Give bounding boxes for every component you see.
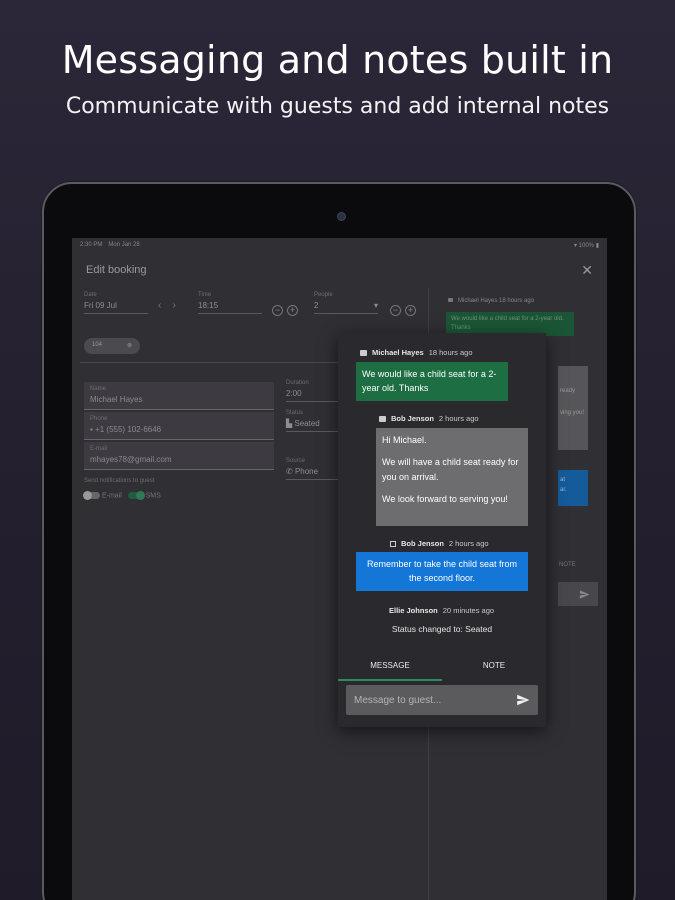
status-date: Mon Jan 28 (108, 242, 140, 248)
messaging-popup: Michael Hayes 18 hours ago We would like … (338, 333, 546, 727)
message-icon (379, 415, 386, 422)
page-title: Edit booking (86, 264, 147, 276)
source-field[interactable]: Source ✆ Phone (286, 458, 346, 480)
bg-message-meta: Michael Hayes 18 hours ago (448, 298, 534, 304)
date-field[interactable]: Date Fri 09 Jul (84, 292, 148, 314)
phone-label: Phone (90, 416, 108, 422)
note-icon (390, 540, 396, 547)
minus-icon[interactable]: − (272, 305, 283, 316)
status-label: Status (286, 410, 304, 416)
notify-label: Send notifications to guest (84, 478, 155, 484)
bg-note-tab: NOTE (559, 562, 576, 568)
date-value: Fri 09 Jul (84, 301, 148, 314)
phone-icon: ✆ (286, 467, 293, 476)
tab-message[interactable]: MESSAGE (338, 655, 442, 681)
status-bar: 2:30 PM Mon Jan 28 ▾ 100% ▮ (72, 238, 607, 252)
send-icon (579, 590, 590, 599)
time-field[interactable]: Time 18:15 (198, 292, 262, 314)
plus-icon[interactable]: + (405, 305, 416, 316)
app-bar: Edit booking ✕ (72, 252, 607, 288)
source-value: Phone (294, 467, 319, 476)
bg-blue-bubble: at ar. (558, 470, 588, 506)
close-icon[interactable]: ✕ (581, 262, 593, 279)
duration-value: 2:00 (286, 389, 346, 402)
phone-field[interactable]: Phone ▪ +1 (555) 102-6646 (84, 412, 274, 440)
email-field[interactable]: E-mail mhayes78@gmail.com (84, 442, 274, 470)
note-bubble: Remember to take the child seat from the… (356, 552, 528, 591)
note-meta: Bob Jenson 2 hours ago (390, 539, 489, 548)
plus-icon[interactable]: + (287, 305, 298, 316)
message-icon (360, 349, 367, 356)
message-input-row (346, 685, 538, 715)
name-field[interactable]: Name Michael Hayes (84, 382, 274, 410)
chair-icon: ▙ (286, 419, 293, 428)
sms-toggle[interactable] (127, 491, 145, 500)
send-icon[interactable] (516, 693, 530, 707)
status-time: 2:30 PM (80, 242, 103, 248)
time-value: 18:15 (198, 301, 262, 314)
camera-icon (337, 212, 346, 221)
phone-value: +1 (555) 102-6646 (95, 425, 162, 434)
hero-title: Messaging and notes built in (61, 38, 614, 82)
message-input[interactable] (354, 694, 516, 706)
duration-field[interactable]: Duration 2:00 (286, 380, 346, 402)
status-field[interactable]: Status ▙ Seated (286, 410, 346, 432)
chip-close-icon: ⊗ (126, 343, 132, 349)
message-tabs: MESSAGE NOTE (338, 655, 546, 681)
battery-level: 100% (578, 242, 595, 249)
date-label: Date (84, 292, 97, 298)
battery-icon: ▮ (595, 242, 599, 249)
status-change-text: Status changed to: Seated (391, 624, 493, 634)
notify-toggles: E-mail SMS (83, 491, 161, 500)
message-bubble-guest: We would like a child seat for a 2-year … (356, 362, 508, 401)
people-stepper: − + (386, 300, 416, 318)
hero-subtitle: Communicate with guests and add internal… (65, 94, 610, 119)
email-toggle[interactable] (83, 491, 100, 500)
email-toggle-label: E-mail (101, 492, 122, 500)
name-label: Name (90, 386, 107, 392)
minus-icon[interactable]: − (390, 305, 401, 316)
wifi-icon: ▾ (573, 242, 577, 249)
flag-icon: ▪ (90, 425, 93, 434)
bg-send-area (558, 582, 598, 606)
people-value: 2 ▾ (314, 301, 378, 314)
email-label: E-mail (90, 446, 108, 452)
status-meta: Ellie Johnson 20 minutes ago (389, 606, 495, 615)
chevron-left-icon[interactable]: ‹ (158, 300, 161, 311)
tab-note[interactable]: NOTE (442, 655, 546, 681)
divider (80, 362, 342, 363)
time-label: Time (198, 292, 212, 298)
source-label: Source (286, 458, 306, 464)
people-label: People (314, 292, 333, 298)
time-stepper: − + (268, 300, 298, 318)
message-meta: Bob Jenson 2 hours ago (379, 414, 479, 423)
bg-grey-bubble: ready ving you! (558, 366, 588, 450)
chevron-right-icon[interactable]: › (172, 300, 175, 311)
dropdown-icon: ▾ (373, 301, 378, 310)
duration-label: Duration (286, 380, 309, 386)
table-chip[interactable]: 104 ⊗ (84, 338, 140, 354)
status-value: Seated (294, 419, 320, 428)
message-meta: Michael Hayes 18 hours ago (360, 348, 473, 357)
date-nav: ‹ › (158, 300, 176, 311)
email-value: mhayes78@gmail.com (90, 455, 172, 464)
sms-toggle-label: SMS (145, 492, 161, 500)
message-bubble-staff: Hi Michael. We will have a child seat re… (376, 428, 528, 526)
people-field[interactable]: People 2 ▾ (314, 292, 378, 314)
name-value: Michael Hayes (90, 395, 143, 404)
